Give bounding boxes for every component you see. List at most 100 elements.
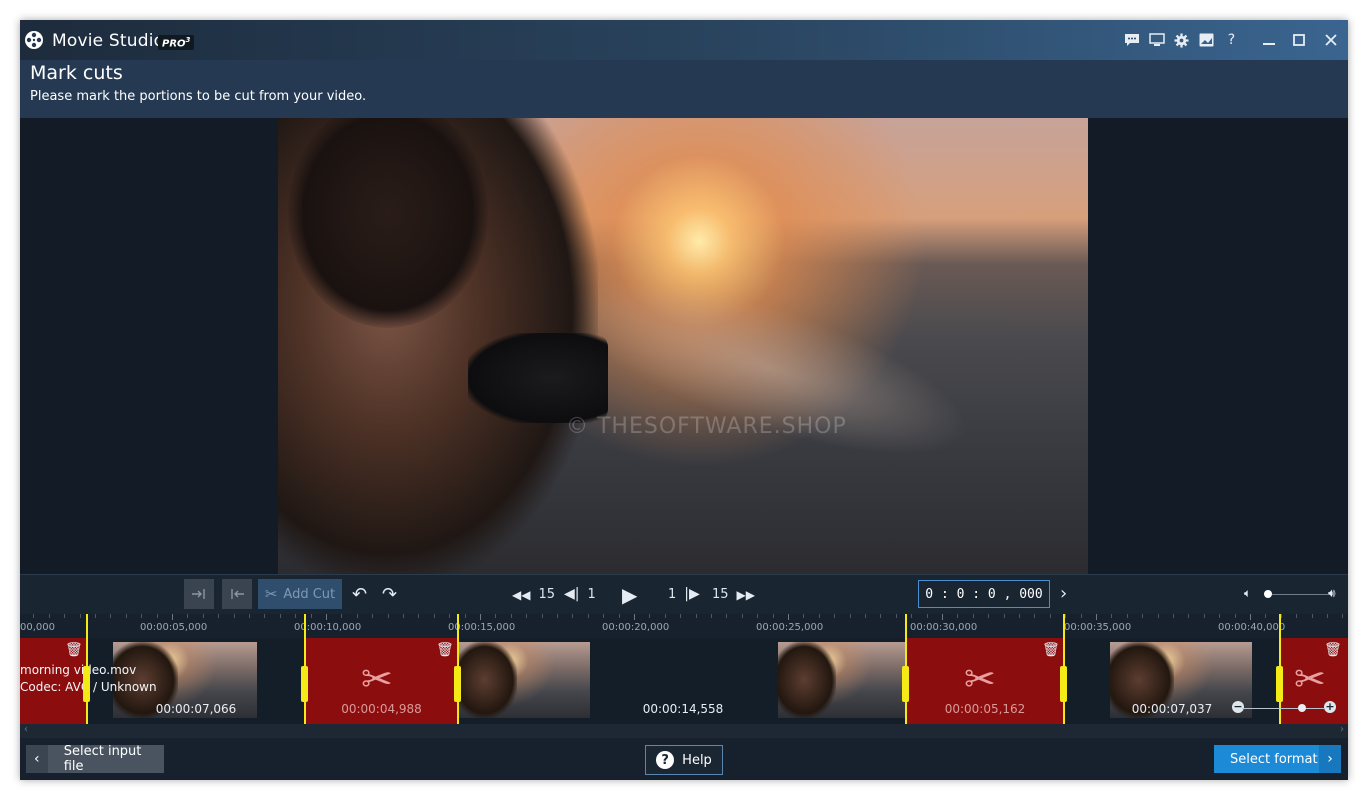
ruler-minor-tick [1342,614,1344,618]
cut-segment[interactable]: ✂ 🗑︎ [1280,638,1348,724]
cut-handle[interactable] [454,666,461,702]
ruler-minor-tick [464,614,466,618]
select-input-file-label: Select input file [63,744,142,774]
step-forward-button[interactable]: 1 |▶ [660,586,700,602]
monitor-icon[interactable] [1144,20,1169,60]
undo-icon[interactable]: ↶ [352,584,367,605]
arrow-to-right-icon [192,589,205,599]
ruler-minor-tick [264,614,266,618]
ruler-label: 00:00:40,000 [1218,622,1286,633]
ruler-major-tick [480,614,481,620]
play-button[interactable]: ▶ [622,583,637,607]
skip-forward-large-value: 15 [712,587,729,602]
volume-slider-track[interactable] [1270,594,1328,595]
close-button[interactable] [1314,20,1348,60]
ruler-minor-tick [911,614,913,618]
ruler-minor-tick [726,614,728,618]
add-cut-button[interactable]: ✂ Add Cut [258,579,342,609]
ruler-minor-tick [1173,614,1174,618]
scissors-icon: ✂ [264,585,278,603]
maximize-button[interactable] [1284,20,1314,60]
ruler-minor-tick [1203,614,1205,618]
cut-handle[interactable] [83,666,90,702]
ruler-minor-tick [526,614,528,618]
feedback-icon[interactable] [1119,20,1144,60]
ruler-minor-tick [1296,614,1298,618]
timeline-scrollbar[interactable]: ‹ › [20,724,1348,738]
cut-handle[interactable] [902,666,909,702]
trash-icon[interactable]: 🗑︎ [1324,642,1342,658]
ruler-minor-tick [1157,614,1159,618]
ruler-minor-tick [1111,614,1113,618]
keep-segment[interactable]: 00:00:07,037 [1064,638,1280,724]
watermark: © THESOFTWARE.SHOP [566,414,847,439]
ruler-label: 00:00:25,000 [756,622,824,633]
cut-segment[interactable]: ✂ 🗑︎ 00:00:05,162 [906,638,1064,724]
ruler-major-tick [326,614,327,620]
keep-segment[interactable]: 00:00:14,558 [458,638,906,724]
ruler-minor-tick [741,614,743,618]
volume-low-icon[interactable]: 🔈︎ [1244,586,1251,601]
skip-forward-large-button[interactable]: 15 ▶▶ [704,587,755,602]
ruler-minor-tick [572,614,574,618]
set-cut-start-button[interactable] [184,579,214,609]
scroll-left-icon[interactable]: ‹ [24,724,28,735]
select-input-file-button[interactable]: ‹ Select input file [26,744,164,774]
timecode-input[interactable]: 0 : 0 : 0 , 000 [918,580,1050,608]
ruler-minor-tick [249,614,250,618]
help-question-icon[interactable]: ? [1219,20,1244,60]
page-title: Mark cuts [30,62,123,84]
select-format-button[interactable]: Select format › [1214,745,1341,773]
zoom-slider-knob[interactable] [1298,704,1306,712]
scissors-icon: ✂ [361,657,393,701]
zoom-out-button[interactable]: − [1232,701,1244,713]
skip-back-large-button[interactable]: ◀◀ 15 [512,587,563,602]
page-subtitle: Please mark the portions to be cut from … [30,89,367,104]
cut-segment[interactable]: ✂ 🗑︎ 00:00:04,988 [305,638,458,724]
trash-icon[interactable]: 🗑︎ [436,642,454,658]
cut-handle[interactable] [1276,666,1283,702]
cut-handle[interactable] [301,666,308,702]
ruler-minor-tick [587,614,589,618]
video-thumbnail [458,642,590,718]
ruler-major-tick [1250,614,1251,620]
video-scene-camera [468,333,608,423]
chevron-right-icon[interactable]: › [1060,583,1067,604]
video-preview[interactable]: © THESOFTWARE.SHOP [278,118,1088,574]
trash-icon[interactable]: 🗑︎ [1042,642,1060,658]
ruler-minor-tick [803,614,805,618]
ruler-label: 00:00:20,000 [602,622,670,633]
ruler-minor-tick [1142,614,1144,618]
timeline-ruler[interactable]: 00,000 00:00:05,000 00:00:10,000 00:00:15,0… [20,614,1348,638]
cut-handle[interactable] [1060,666,1067,702]
ruler-minor-tick [772,614,774,618]
volume-slider-knob[interactable] [1264,590,1272,598]
ruler-minor-tick [218,614,220,618]
gear-icon[interactable] [1169,20,1194,60]
scroll-right-icon[interactable]: › [1340,724,1344,735]
redo-icon[interactable]: ↷ [382,584,397,605]
zoom-slider-track[interactable] [1242,708,1324,709]
minimize-button[interactable] [1254,20,1284,60]
ruler-minor-tick [757,614,759,618]
ruler-minor-tick [818,614,820,618]
ruler-minor-tick [202,614,204,618]
film-reel-icon [25,31,43,49]
set-cut-end-button[interactable] [222,579,252,609]
ruler-minor-tick [95,614,96,618]
step-back-button[interactable]: ◀| 1 [564,586,604,602]
ruler-minor-tick [988,614,990,618]
zoom-in-button[interactable]: + [1324,701,1336,713]
playback-controls: ✂ Add Cut ↶ ↷ ◀◀ 15 ◀| 1 ▶ 1 |▶ 15 ▶▶ 0 … [20,574,1348,615]
ruler-label: 00:00:05,000 [140,622,208,633]
timeline-track[interactable]: 🗑︎ 00:00:07,066 ✂ 🗑︎ 00:00:04,988 00:00:… [20,614,1348,724]
ruler-minor-tick [449,614,451,618]
help-button[interactable]: ? Help [645,745,723,775]
image-edit-icon[interactable] [1194,20,1219,60]
title-bar-actions: ? [1119,20,1348,60]
ruler-major-tick [942,614,943,620]
ruler-minor-tick [1034,614,1036,618]
volume-high-icon[interactable]: 🔊︎ [1328,586,1336,601]
trash-icon[interactable]: 🗑︎ [65,642,83,658]
chevron-left-icon: ‹ [26,745,48,773]
